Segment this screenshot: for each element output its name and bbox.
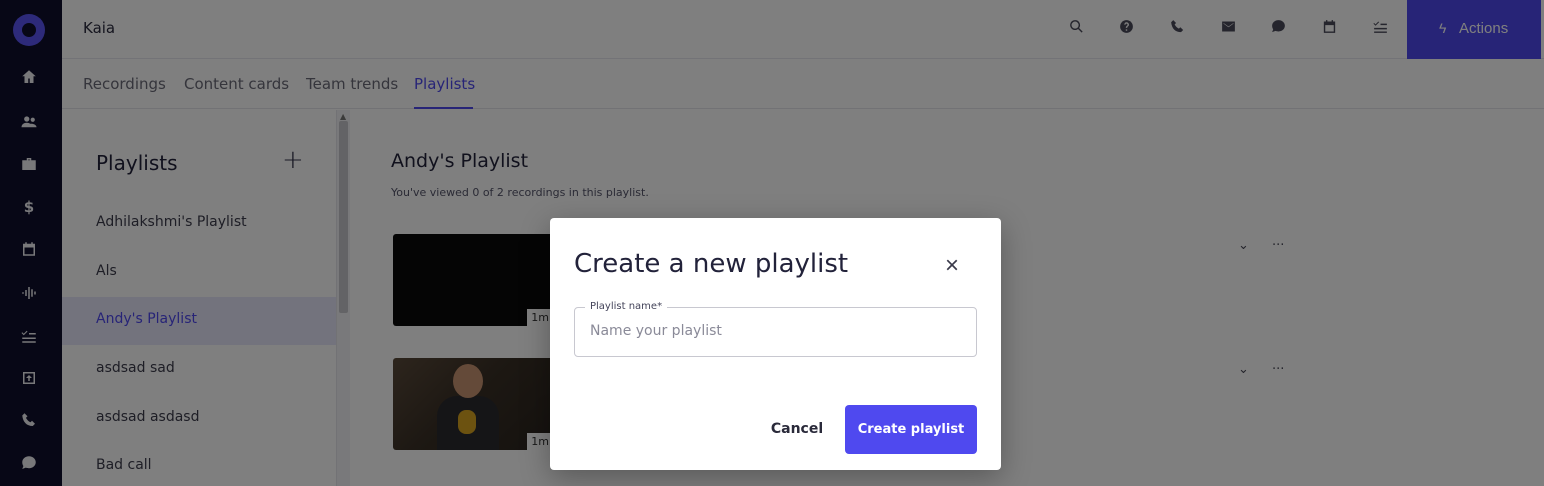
- dialog-title: Create a new playlist: [574, 249, 849, 279]
- create-playlist-dialog: Create a new playlist × Playlist name* C…: [550, 218, 1001, 470]
- playlist-name-field: Playlist name*: [574, 301, 977, 357]
- close-icon[interactable]: ×: [940, 254, 964, 278]
- cancel-button[interactable]: Cancel: [762, 417, 832, 441]
- playlist-name-input[interactable]: [590, 323, 960, 339]
- create-playlist-button[interactable]: Create playlist: [845, 405, 977, 454]
- playlist-name-label: Playlist name*: [585, 301, 668, 312]
